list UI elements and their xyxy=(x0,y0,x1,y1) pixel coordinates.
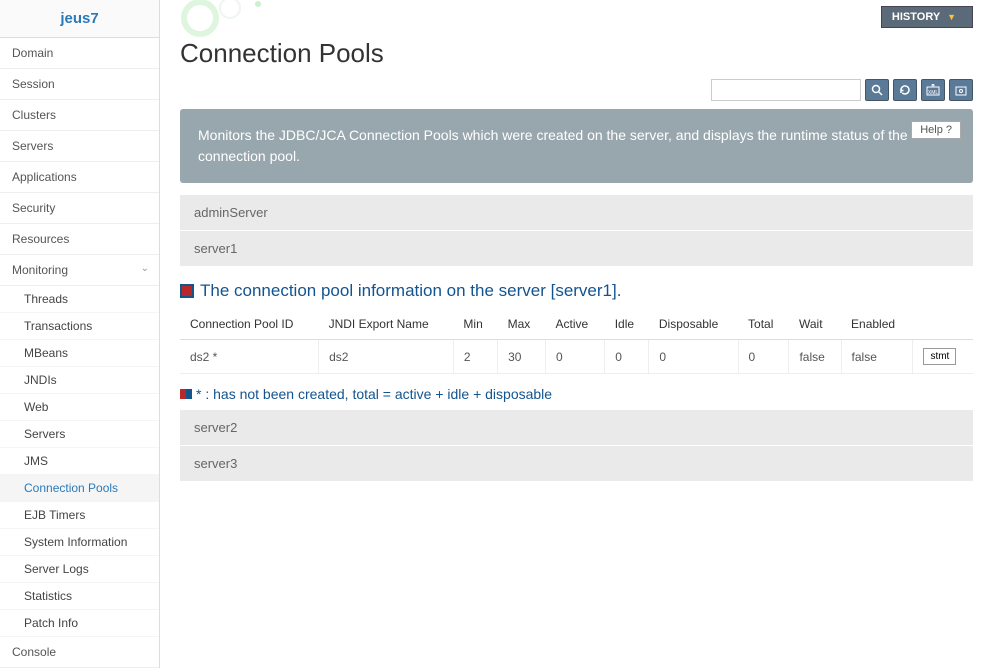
nav-resources[interactable]: Resources xyxy=(0,224,159,255)
cell-jndi: ds2 xyxy=(319,340,454,374)
search-input[interactable] xyxy=(711,79,861,101)
search-icon[interactable] xyxy=(865,79,889,101)
subnav-connection-pools[interactable]: Connection Pools xyxy=(0,475,159,502)
search-row: XML xyxy=(180,79,973,101)
table-row[interactable]: ds2 * ds2 2 30 0 0 0 0 false false stmt xyxy=(180,340,973,374)
nav-session[interactable]: Session xyxy=(0,69,159,100)
section-title: The connection pool information on the s… xyxy=(180,281,973,301)
server-row-server3[interactable]: server3 xyxy=(180,446,973,482)
server-row-admin[interactable]: adminServer xyxy=(180,195,973,231)
nav-monitoring[interactable]: Monitoring ⌄ xyxy=(0,255,159,286)
subnav-transactions[interactable]: Transactions xyxy=(0,313,159,340)
main-content: HISTORY ▼ Connection Pools XML Monitors … xyxy=(160,0,983,668)
table-header-row: Connection Pool ID JNDI Export Name Min … xyxy=(180,309,973,340)
cell-max: 30 xyxy=(498,340,546,374)
nav-security[interactable]: Security xyxy=(0,193,159,224)
page-title: Connection Pools xyxy=(180,38,973,69)
chevron-down-icon: ⌄ xyxy=(141,263,149,274)
subnav-web[interactable]: Web xyxy=(0,394,159,421)
th-wait[interactable]: Wait xyxy=(789,309,841,340)
subnav-threads[interactable]: Threads xyxy=(0,286,159,313)
th-total[interactable]: Total xyxy=(738,309,789,340)
legend: * : has not been created, total = active… xyxy=(180,386,973,402)
cell-id: ds2 * xyxy=(180,340,319,374)
server-row-server1[interactable]: server1 xyxy=(180,231,973,267)
legend-text: * : has not been created, total = active… xyxy=(196,386,552,402)
top-row: HISTORY ▼ xyxy=(180,0,973,34)
server-row-server2[interactable]: server2 xyxy=(180,410,973,446)
th-idle[interactable]: Idle xyxy=(605,309,649,340)
th-active[interactable]: Active xyxy=(546,309,605,340)
export-xml-icon[interactable]: XML xyxy=(921,79,945,101)
section-icon xyxy=(180,284,194,298)
th-jndi[interactable]: JNDI Export Name xyxy=(319,309,454,340)
cell-enabled: false xyxy=(841,340,913,374)
section-title-text: The connection pool information on the s… xyxy=(200,281,621,301)
nav-clusters[interactable]: Clusters xyxy=(0,100,159,131)
th-min[interactable]: Min xyxy=(453,309,497,340)
svg-text:XML: XML xyxy=(928,90,939,96)
banner-text: Monitors the JDBC/JCA Connection Pools w… xyxy=(198,127,908,164)
subnav-jndis[interactable]: JNDIs xyxy=(0,367,159,394)
sidebar: jeus7 Domain Session Clusters Servers Ap… xyxy=(0,0,160,668)
nav-console[interactable]: Console xyxy=(0,637,159,668)
subnav-server-logs[interactable]: Server Logs xyxy=(0,556,159,583)
cell-active: 0 xyxy=(546,340,605,374)
subnav-patch-info[interactable]: Patch Info xyxy=(0,610,159,637)
th-max[interactable]: Max xyxy=(498,309,546,340)
app-logo[interactable]: jeus7 xyxy=(0,0,159,38)
monitoring-subnav: Threads Transactions MBeans JNDIs Web Se… xyxy=(0,286,159,637)
history-label: HISTORY xyxy=(892,11,940,23)
th-id[interactable]: Connection Pool ID xyxy=(180,309,319,340)
subnav-system-information[interactable]: System Information xyxy=(0,529,159,556)
info-banner: Monitors the JDBC/JCA Connection Pools w… xyxy=(180,109,973,183)
connection-pool-table: Connection Pool ID JNDI Export Name Min … xyxy=(180,309,973,374)
cell-idle: 0 xyxy=(605,340,649,374)
th-blank xyxy=(913,309,973,340)
nav-servers[interactable]: Servers xyxy=(0,131,159,162)
cell-total: 0 xyxy=(738,340,789,374)
nav-domain[interactable]: Domain xyxy=(0,38,159,69)
help-button[interactable]: Help ? xyxy=(911,121,961,139)
th-disposable[interactable]: Disposable xyxy=(649,309,738,340)
nav-monitoring-label: Monitoring xyxy=(12,263,68,277)
subnav-servers[interactable]: Servers xyxy=(0,421,159,448)
legend-flag-icon xyxy=(180,389,192,399)
settings-icon[interactable] xyxy=(949,79,973,101)
subnav-mbeans[interactable]: MBeans xyxy=(0,340,159,367)
stmt-button[interactable]: stmt xyxy=(923,348,956,365)
refresh-icon[interactable] xyxy=(893,79,917,101)
cell-action: stmt xyxy=(913,340,973,374)
history-button[interactable]: HISTORY ▼ xyxy=(881,6,973,28)
subnav-ejb-timers[interactable]: EJB Timers xyxy=(0,502,159,529)
subnav-statistics[interactable]: Statistics xyxy=(0,583,159,610)
chevron-down-icon: ▼ xyxy=(947,12,956,22)
nav-applications[interactable]: Applications xyxy=(0,162,159,193)
cell-disposable: 0 xyxy=(649,340,738,374)
th-enabled[interactable]: Enabled xyxy=(841,309,913,340)
subnav-jms[interactable]: JMS xyxy=(0,448,159,475)
cell-wait: false xyxy=(789,340,841,374)
cell-min: 2 xyxy=(453,340,497,374)
